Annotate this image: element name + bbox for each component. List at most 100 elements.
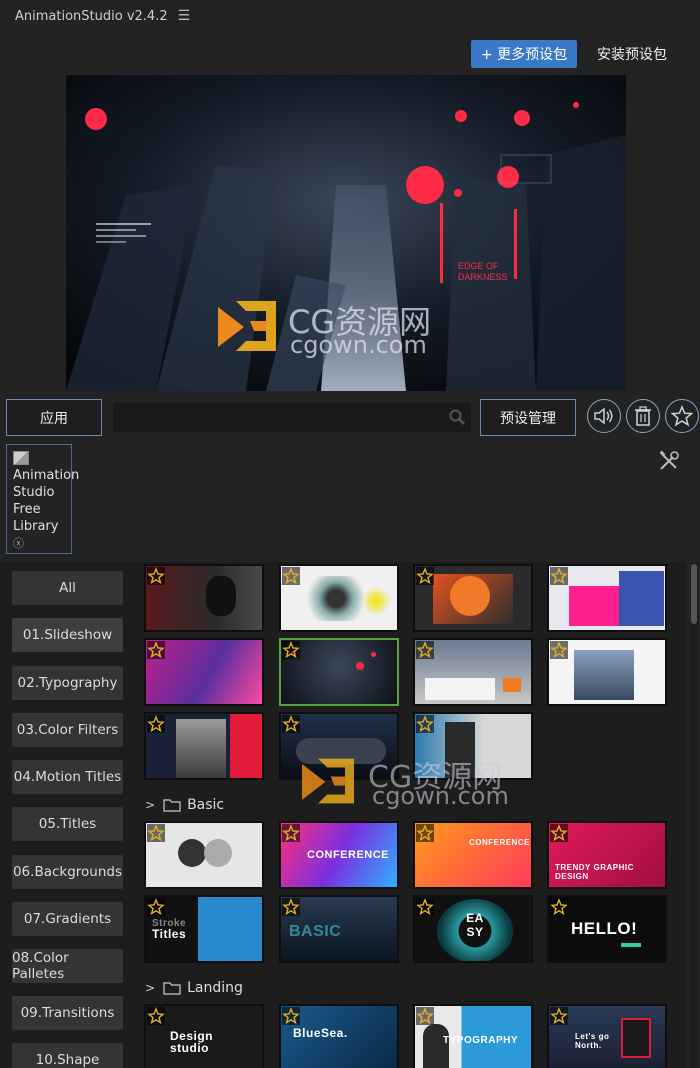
preset-manage-button[interactable]: 预设管理 [480, 399, 576, 436]
category-color-filters[interactable]: 03.Color Filters [12, 713, 123, 747]
category-backgrounds[interactable]: 06.Backgrounds [12, 855, 123, 889]
preset-thumb[interactable] [144, 821, 264, 889]
library-tab[interactable]: Animation Studio Free Library ⓧ [6, 444, 80, 554]
preset-thumb[interactable] [547, 638, 667, 706]
preset-thumb[interactable] [279, 564, 399, 632]
thumb-label: Design studio [170, 1029, 214, 1055]
category-transitions[interactable]: 09.Transitions [12, 996, 123, 1030]
favorite-star-icon[interactable] [282, 1007, 300, 1025]
favorite-star-icon[interactable] [147, 898, 165, 916]
watermark-logo-icon [218, 301, 276, 351]
favorite-star-icon[interactable] [147, 567, 165, 585]
group-label: Landing [187, 980, 243, 996]
search-icon[interactable] [448, 408, 466, 426]
broken-image-icon [13, 451, 29, 465]
preset-thumb[interactable] [144, 638, 264, 706]
preset-thumb-selected[interactable] [279, 638, 399, 706]
favorite-star-icon[interactable] [550, 824, 568, 842]
library-label-line1: Animation [13, 468, 80, 483]
install-presets-button[interactable]: 安装预设包 [590, 40, 674, 68]
thumb-label: BASIC [289, 923, 342, 940]
library-label-line3: Free [13, 502, 41, 517]
close-icon[interactable]: ⓧ [13, 535, 65, 552]
favorite-star-icon[interactable] [147, 715, 165, 733]
preset-thumb[interactable] [413, 638, 533, 706]
group-header-basic[interactable]: > Basic [145, 795, 224, 815]
preset-thumb[interactable]: Let's go North. [547, 1004, 667, 1068]
preset-thumb[interactable] [413, 564, 533, 632]
chevron-right-icon[interactable]: > [145, 981, 155, 995]
thumb-label: Titles [152, 927, 187, 941]
favorite-star-icon[interactable] [550, 1007, 568, 1025]
chevron-right-icon[interactable]: > [145, 798, 155, 812]
tools-icon[interactable] [658, 450, 680, 472]
favorite-star-icon[interactable] [147, 1007, 165, 1025]
scrollbar-thumb[interactable] [691, 564, 697, 624]
grid-scrollbar[interactable] [690, 562, 698, 1068]
preset-thumb[interactable]: CONFERENCE [413, 821, 533, 889]
preset-thumb[interactable] [144, 712, 264, 780]
apply-button[interactable]: 应用 [6, 399, 102, 436]
category-typography[interactable]: 02.Typography [12, 666, 123, 700]
category-titles[interactable]: 05.Titles [12, 807, 123, 841]
favorite-star-icon[interactable] [282, 567, 300, 585]
favorite-star-icon[interactable] [282, 898, 300, 916]
favorite-star-icon[interactable] [282, 824, 300, 842]
category-motion-titles[interactable]: 04.Motion Titles [12, 760, 123, 794]
favorite-star-icon[interactable] [416, 1007, 434, 1025]
preset-thumb[interactable]: EA SY [413, 895, 533, 963]
favorite-star-icon[interactable] [416, 898, 434, 916]
title-bar: AnimationStudio v2.4.2 ☰ [0, 0, 700, 32]
preset-thumb[interactable]: Design studio [144, 1004, 264, 1068]
thumb-label: EA SY [466, 911, 484, 939]
group-header-landing[interactable]: > Landing [145, 978, 243, 998]
favorite-star-icon[interactable] [282, 641, 300, 659]
hamburger-icon[interactable]: ☰ [178, 8, 191, 24]
library-label-line4: Library [13, 519, 59, 534]
preset-thumb[interactable] [144, 564, 264, 632]
preset-thumb[interactable]: CONFERENCE [279, 821, 399, 889]
favorite-star-icon[interactable] [550, 567, 568, 585]
favorite-star-icon[interactable] [282, 715, 300, 733]
thumb-label: CONFERENCE [469, 838, 531, 847]
favorite-star-icon[interactable] [147, 824, 165, 842]
thumb-label: TRENDY GRAPHIC DESIGN [555, 863, 634, 881]
preset-thumb[interactable]: Stroke Titles [144, 895, 264, 963]
preset-thumb[interactable]: HELLO! [547, 895, 667, 963]
category-gradients[interactable]: 07.Gradients [12, 902, 123, 936]
preset-thumb[interactable]: BlueSea. [279, 1004, 399, 1068]
category-slideshow[interactable]: 01.Slideshow [12, 618, 123, 652]
category-color-palletes[interactable]: 08.Color Palletes [12, 949, 123, 983]
favorite-star-icon[interactable] [550, 641, 568, 659]
thumb-label: TYPOGRAPHY [443, 1035, 519, 1046]
favorite-star-icon[interactable] [550, 898, 568, 916]
thumb-label: BlueSea. [293, 1026, 348, 1040]
group-label: Basic [187, 797, 225, 813]
preview-image: EDGE OF DARKNESS [66, 75, 626, 391]
favorite-star-icon[interactable] [416, 715, 434, 733]
folder-icon [163, 982, 181, 995]
preset-thumb[interactable] [547, 564, 667, 632]
preview-overlay-text-1: EDGE OF [458, 261, 499, 271]
favorite-star-icon[interactable] [416, 824, 434, 842]
preset-thumb[interactable]: BASIC [279, 895, 399, 963]
search-input[interactable] [113, 403, 471, 432]
favorite-button[interactable] [665, 399, 699, 433]
favorite-star-icon[interactable] [416, 567, 434, 585]
speaker-icon [594, 407, 613, 425]
preset-thumb[interactable]: TYPOGRAPHY [413, 1004, 533, 1068]
star-icon [671, 405, 693, 427]
more-presets-button[interactable]: + 更多预设包 [471, 40, 577, 68]
sound-button[interactable] [587, 399, 621, 433]
folder-icon [163, 799, 181, 812]
thumb-label: CONFERENCE [307, 849, 390, 861]
thumb-label: HELLO! [571, 919, 638, 938]
favorite-star-icon[interactable] [147, 641, 165, 659]
preset-thumb[interactable] [413, 712, 533, 780]
category-all[interactable]: All [12, 571, 123, 605]
library-label-line2: Studio [13, 485, 55, 500]
preset-thumb[interactable]: TRENDY GRAPHIC DESIGN [547, 821, 667, 889]
category-shape[interactable]: 10.Shape [12, 1043, 123, 1068]
delete-button[interactable] [626, 399, 660, 433]
favorite-star-icon[interactable] [416, 641, 434, 659]
